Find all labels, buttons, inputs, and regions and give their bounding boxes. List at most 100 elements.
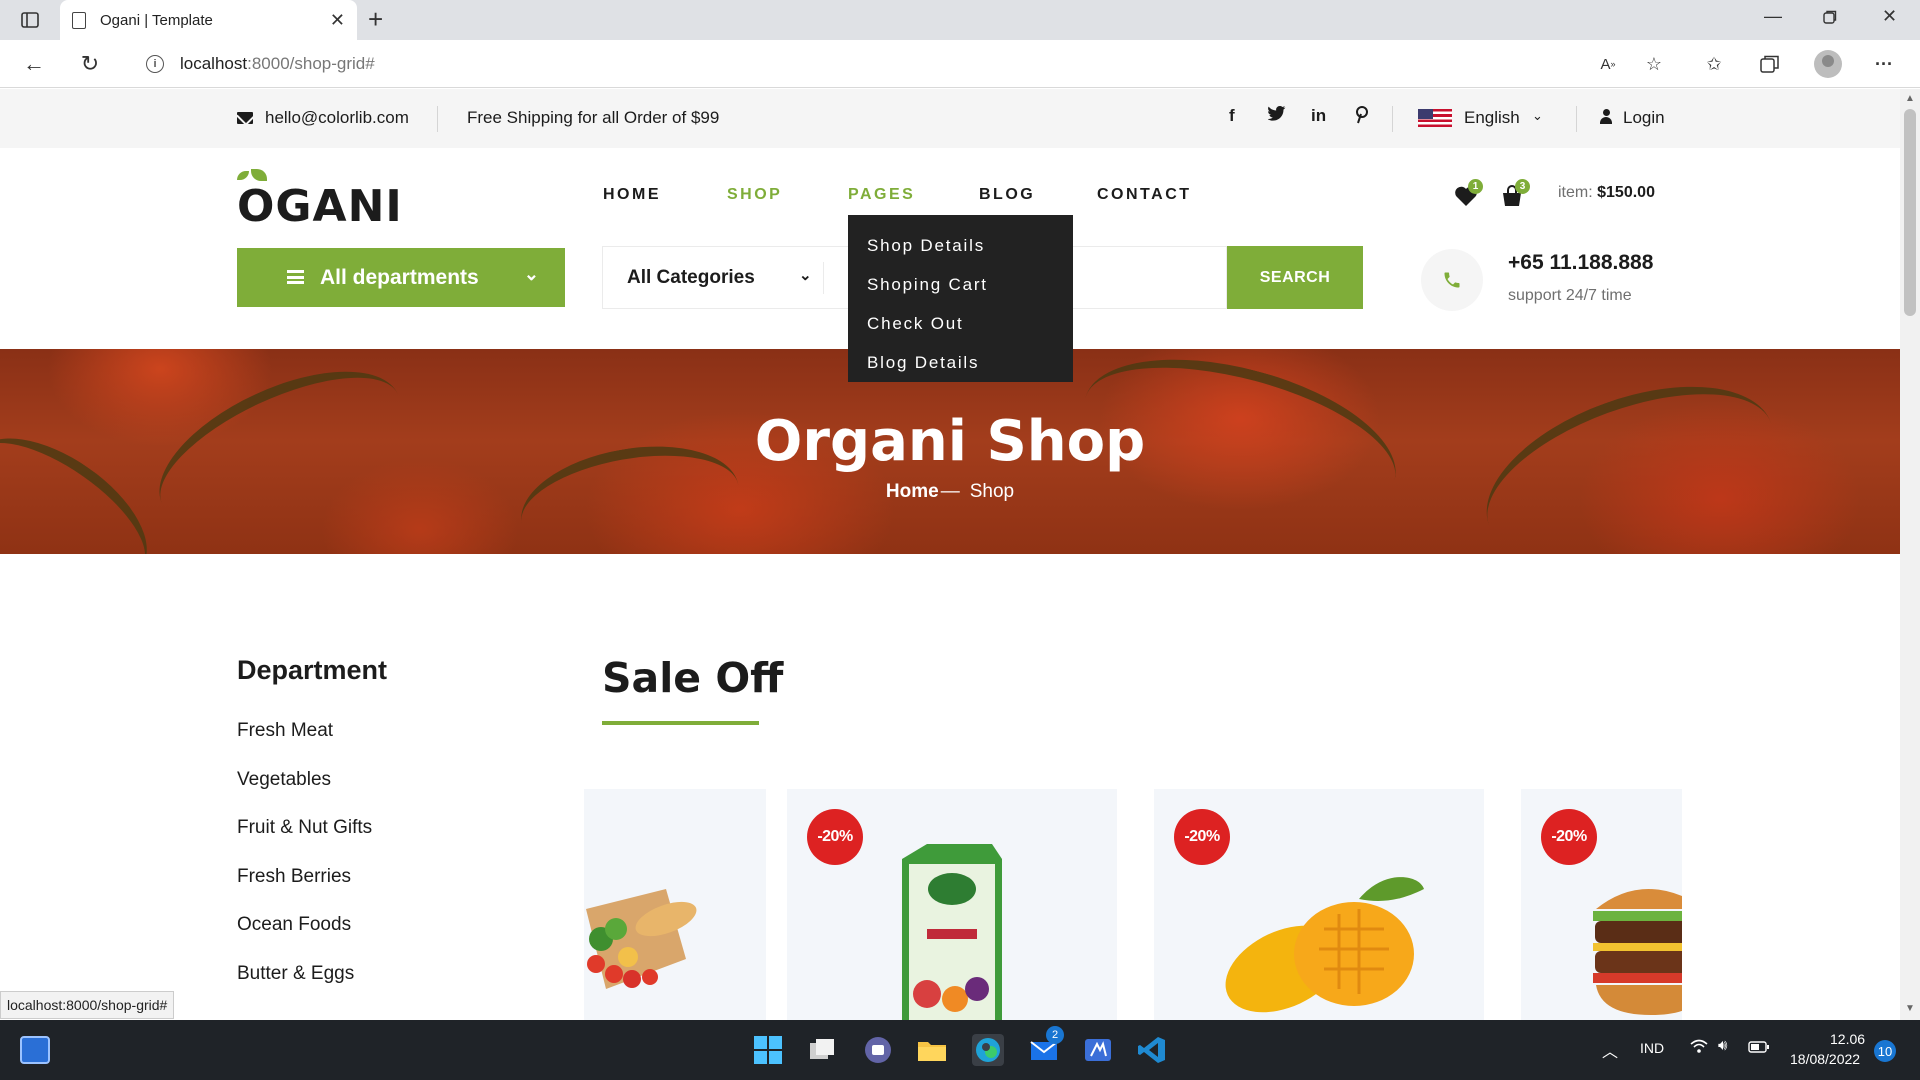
- site-logo[interactable]: OGANI: [237, 169, 402, 232]
- department-heading: Department: [237, 655, 388, 685]
- support-text: support 24/7 time: [1508, 287, 1632, 304]
- new-tab-button[interactable]: +: [368, 4, 383, 35]
- page-scrollbar[interactable]: ▲ ▼: [1900, 89, 1920, 1020]
- header-topbar: hello@colorlib.com Free Shipping for all…: [0, 89, 1900, 148]
- wishlist-button[interactable]: 1: [1454, 179, 1483, 212]
- discount-badge: -20%: [1541, 809, 1597, 865]
- notification-count[interactable]: 10: [1874, 1040, 1896, 1062]
- read-aloud-icon[interactable]: A»: [1596, 52, 1620, 76]
- page-icon: [72, 11, 86, 29]
- department-item[interactable]: Fresh Berries: [237, 853, 372, 902]
- back-button[interactable]: ←: [18, 48, 50, 80]
- scrollbar-thumb[interactable]: [1904, 109, 1916, 316]
- category-select[interactable]: All Categories ⌄: [603, 247, 824, 308]
- department-item[interactable]: Vegetables: [237, 756, 372, 805]
- tray-overflow-icon[interactable]: ︿: [1602, 1038, 1618, 1062]
- volume-icon[interactable]: 🔊︎: [1718, 1037, 1727, 1054]
- nav-shop[interactable]: SHOP: [727, 186, 782, 204]
- teams-chat-icon[interactable]: [862, 1034, 894, 1066]
- favorites-icon[interactable]: ✩: [1702, 52, 1726, 76]
- item-label: item:: [1558, 184, 1593, 201]
- url-path: :8000/shop-grid#: [247, 54, 375, 73]
- reload-button[interactable]: ↻: [74, 48, 106, 80]
- battery-icon[interactable]: [1748, 1040, 1770, 1057]
- department-item[interactable]: Butter & Eggs: [237, 950, 372, 999]
- site-info-icon[interactable]: i: [146, 55, 164, 73]
- pages-dropdown-menu: Shop Details Shoping Cart Check Out Blog…: [848, 215, 1073, 382]
- editor-app-icon[interactable]: [1082, 1034, 1114, 1066]
- clock-time[interactable]: 12.06: [1830, 1031, 1865, 1047]
- mail-icon[interactable]: 2: [1028, 1026, 1064, 1066]
- nav-blog[interactable]: BLOG: [979, 186, 1035, 204]
- discount-badge: -20%: [1174, 809, 1230, 865]
- breadcrumb-current: Shop: [969, 481, 1015, 502]
- cart-total: item: $150.00: [1558, 184, 1655, 202]
- search-button[interactable]: SEARCH: [1227, 246, 1363, 309]
- discount-badge: -20%: [807, 809, 863, 865]
- menu-item-blog-details[interactable]: Blog Details: [848, 344, 1073, 383]
- pinterest-icon[interactable]: [1355, 106, 1369, 129]
- close-window-icon[interactable]: ✕: [1882, 6, 1897, 27]
- department-item[interactable]: Ocean Foods: [237, 901, 372, 950]
- file-explorer-icon[interactable]: [916, 1034, 948, 1066]
- profile-avatar[interactable]: [1814, 50, 1842, 78]
- tab-close-icon[interactable]: ✕: [330, 10, 345, 31]
- shipping-notice: Free Shipping for all Order of $99: [467, 108, 720, 127]
- heading-underline: [602, 721, 759, 725]
- edge-browser-icon[interactable]: [972, 1034, 1004, 1066]
- nav-contact[interactable]: CONTACT: [1097, 186, 1192, 204]
- chevron-down-icon: ⌄: [1532, 108, 1543, 123]
- breadcrumb-separator: —: [940, 481, 960, 502]
- nav-home[interactable]: HOME: [603, 186, 661, 204]
- task-view-icon[interactable]: [806, 1034, 838, 1066]
- product-card[interactable]: [584, 789, 766, 1020]
- email-text: hello@colorlib.com: [265, 108, 409, 127]
- cart-button[interactable]: 3: [1500, 179, 1530, 213]
- scroll-up-icon[interactable]: ▲: [1905, 93, 1915, 104]
- reload-icon: ↻: [80, 51, 100, 76]
- tab-actions-button[interactable]: [16, 8, 44, 32]
- menu-item-shop-details[interactable]: Shop Details: [848, 227, 1073, 266]
- leaf-icon: [251, 169, 267, 181]
- scroll-down-icon[interactable]: ▼: [1905, 1003, 1915, 1014]
- clock-date[interactable]: 18/08/2022: [1790, 1051, 1860, 1067]
- all-departments-button[interactable]: All departments ⌄: [237, 248, 565, 307]
- browser-tab-active[interactable]: Ogani | Template ✕: [60, 0, 357, 40]
- collections-icon[interactable]: [1758, 52, 1782, 76]
- menu-item-checkout[interactable]: Check Out: [848, 305, 1073, 344]
- topbar-email: hello@colorlib.com: [237, 108, 409, 128]
- widgets-icon[interactable]: [20, 1036, 50, 1064]
- facebook-icon[interactable]: f: [1229, 106, 1235, 126]
- product-card[interactable]: -20%: [787, 789, 1117, 1020]
- url-host: localhost: [180, 54, 248, 73]
- wifi-icon[interactable]: [1690, 1038, 1708, 1058]
- department-item[interactable]: Fruit & Nut Gifts: [237, 804, 372, 853]
- search-divider: [823, 262, 824, 294]
- login-link[interactable]: Login: [1623, 108, 1665, 128]
- department-list: Fresh Meat Vegetables Fruit & Nut Gifts …: [237, 707, 372, 999]
- product-card[interactable]: -20%: [1521, 789, 1682, 1020]
- department-item[interactable]: Fresh Meat: [237, 707, 372, 756]
- chevron-down-icon: ⌄: [523, 264, 539, 284]
- minimize-icon[interactable]: —: [1764, 6, 1782, 27]
- linkedin-icon[interactable]: in: [1311, 106, 1326, 126]
- breadcrumb-home-link[interactable]: Home: [886, 481, 939, 502]
- language-selector[interactable]: English: [1464, 108, 1520, 128]
- add-favorite-icon[interactable]: ☆: [1642, 52, 1666, 76]
- menu-item-shopping-cart[interactable]: Shoping Cart: [848, 266, 1073, 305]
- twitter-icon[interactable]: [1267, 106, 1286, 126]
- user-icon: [1600, 109, 1612, 125]
- restore-icon[interactable]: [1823, 8, 1837, 29]
- category-label: All Categories: [627, 266, 755, 288]
- vscode-icon[interactable]: [1136, 1034, 1168, 1066]
- nav-pages[interactable]: PAGES: [848, 186, 915, 204]
- address-bar[interactable]: i localhost:8000/shop-grid#: [124, 46, 1664, 82]
- more-menu-icon[interactable]: ···: [1872, 52, 1896, 76]
- hamburger-icon: [287, 270, 304, 284]
- topbar-divider: [1392, 106, 1393, 132]
- product-card[interactable]: -20%: [1154, 789, 1484, 1020]
- phone-number: +65 11.188.888: [1508, 251, 1654, 274]
- envelope-icon: [237, 112, 253, 124]
- input-language[interactable]: IND: [1640, 1040, 1664, 1056]
- windows-start-icon[interactable]: [752, 1034, 784, 1066]
